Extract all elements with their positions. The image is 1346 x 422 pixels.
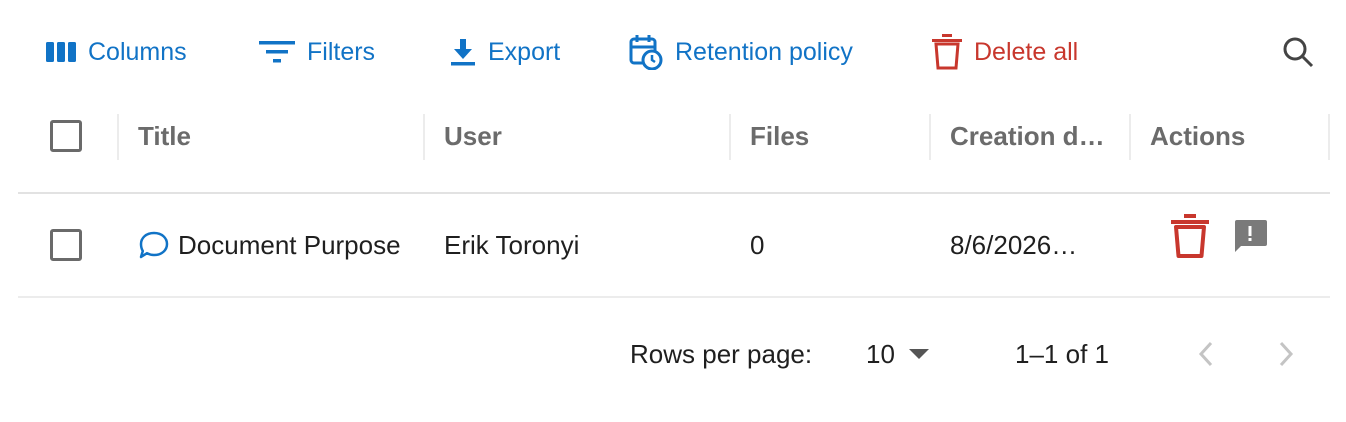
chevron-left-icon xyxy=(1198,341,1213,367)
download-icon xyxy=(451,39,475,66)
delete-all-label: Delete all xyxy=(974,37,1079,66)
search-icon xyxy=(1283,37,1314,68)
column-header-actions: Actions xyxy=(1150,100,1320,172)
rows-per-page-value: 10 xyxy=(866,338,895,369)
delete-row-button[interactable] xyxy=(1168,214,1212,258)
select-all-checkbox[interactable] xyxy=(50,120,82,152)
columns-button[interactable]: Columns xyxy=(46,30,187,74)
trash-icon xyxy=(1171,214,1209,258)
chat-bubble-icon xyxy=(139,231,169,259)
column-separator xyxy=(1328,114,1330,160)
column-separator xyxy=(117,114,119,160)
columns-label: Columns xyxy=(88,37,187,66)
filter-icon xyxy=(259,41,295,63)
column-header-user-label: User xyxy=(444,120,502,151)
title-text: Document Purpose xyxy=(178,229,401,260)
column-separator xyxy=(1129,114,1131,160)
export-label: Export xyxy=(488,37,561,66)
calendar-clock-icon xyxy=(629,35,663,70)
title-cell[interactable]: Document Purpose xyxy=(138,194,424,296)
previous-page-button[interactable] xyxy=(1186,334,1226,374)
search-button[interactable] xyxy=(1278,32,1318,72)
user-cell: Erik Toronyi xyxy=(444,194,724,296)
caret-down-icon xyxy=(908,349,929,359)
column-header-title[interactable]: Title xyxy=(138,100,418,172)
row-select-checkbox[interactable] xyxy=(50,229,82,261)
column-header-creation-date-label: Creation d… xyxy=(950,120,1105,151)
creation-date-cell: 8/6/2026… xyxy=(950,194,1130,296)
column-separator xyxy=(423,114,425,160)
column-header-title-label: Title xyxy=(138,120,191,151)
export-button[interactable]: Export xyxy=(450,30,560,74)
column-header-user[interactable]: User xyxy=(444,100,724,172)
rows-per-page-label: Rows per page: xyxy=(630,338,813,369)
pagination: Rows per page: 10 1–1 of 1 xyxy=(0,322,1346,386)
column-header-files[interactable]: Files xyxy=(750,100,930,172)
table-row[interactable]: Document Purpose Erik Toronyi 0 8/6/2026… xyxy=(18,194,1330,298)
column-header-creation-date[interactable]: Creation d… xyxy=(950,100,1130,172)
creation-date-text: 8/6/2026… xyxy=(950,229,1078,260)
files-count: 0 xyxy=(750,229,765,260)
column-header-actions-label: Actions xyxy=(1150,120,1246,151)
user-text: Erik Toronyi xyxy=(444,229,580,260)
next-page-button[interactable] xyxy=(1266,334,1306,374)
chevron-right-icon xyxy=(1279,341,1294,367)
column-header-files-label: Files xyxy=(750,120,810,151)
retention-policy-label: Retention policy xyxy=(675,37,853,66)
files-cell: 0 xyxy=(750,194,930,296)
table-header: Title User Files Creation d… Actions xyxy=(18,100,1330,194)
column-separator xyxy=(729,114,731,160)
filters-label: Filters xyxy=(307,37,376,66)
filters-button[interactable]: Filters xyxy=(259,30,375,74)
pagination-range: 1–1 of 1 xyxy=(1015,338,1109,369)
retention-policy-button[interactable]: Retention policy xyxy=(629,30,853,74)
feedback-button[interactable] xyxy=(1228,214,1272,258)
delete-all-button[interactable]: Delete all xyxy=(932,30,1078,74)
trash-icon xyxy=(932,34,962,70)
columns-icon xyxy=(46,42,76,62)
feedback-icon xyxy=(1235,220,1267,252)
column-separator xyxy=(929,114,931,160)
rows-per-page-select[interactable]: 10 xyxy=(866,332,929,376)
grid-toolbar: Columns Filters Export Retention policy xyxy=(0,0,1346,100)
